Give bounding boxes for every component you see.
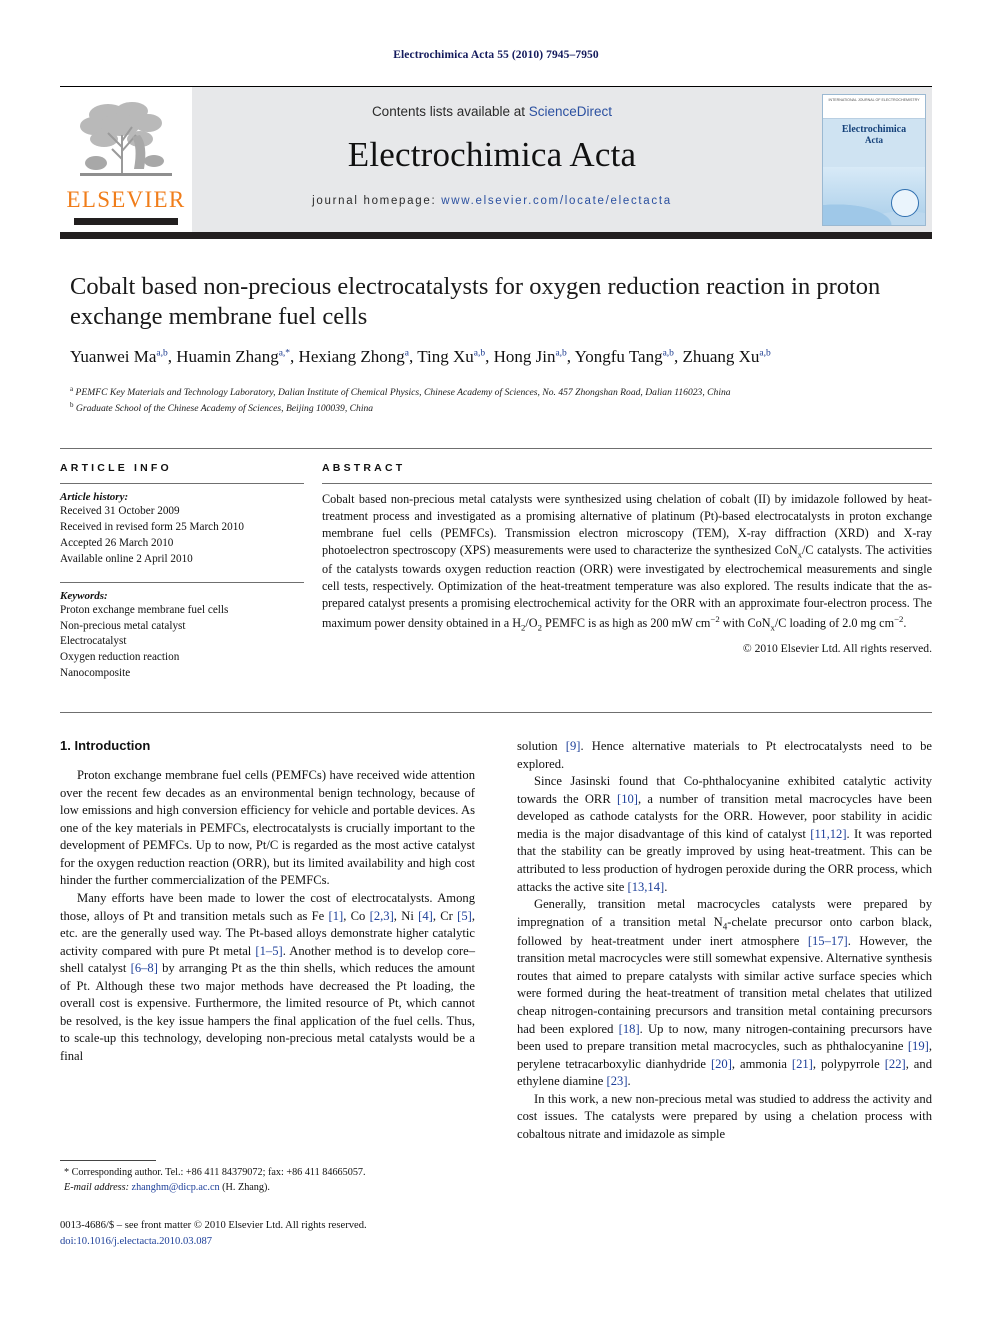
email-line: E-mail address: zhanghm@dicp.ac.cn (H. Z… — [60, 1181, 475, 1196]
sciencedirect-link[interactable]: ScienceDirect — [529, 104, 612, 119]
cover-title-line1: Electrochimica — [841, 124, 907, 135]
journal-masthead: ELSEVIER Contents lists available at Sci… — [60, 86, 932, 233]
homepage-url-link[interactable]: www.elsevier.com/locate/electacta — [441, 195, 672, 207]
abstract-column: ABSTRACT Cobalt based non-precious metal… — [322, 462, 932, 682]
cover-title-line2: Acta — [865, 134, 883, 145]
email-link[interactable]: zhanghm@dicp.ac.cn — [132, 1182, 220, 1193]
article-history-item: Received in revised form 25 March 2010 — [60, 520, 244, 533]
divider-below-abstract — [60, 712, 932, 713]
keywords-divider — [60, 581, 304, 583]
keyword-item: Electrocatalyst — [60, 635, 127, 648]
journal-title: Electrochimica Acta — [347, 135, 637, 174]
abstract-text: Cobalt based non-precious metal catalyst… — [322, 492, 932, 633]
doi-label: doi: — [60, 1235, 77, 1247]
article-info-heading: ARTICLE INFO — [60, 462, 172, 474]
page-title: Cobalt based non-precious electrocatalys… — [70, 273, 881, 330]
body-paragraph: Since Jasinski found that Co-phthalocyan… — [517, 774, 932, 894]
info-abstract-row: ARTICLE INFO Article history: Received 3… — [60, 462, 932, 682]
article-history-item: Accepted 26 March 2010 — [60, 536, 174, 549]
running-head: Electrochimica Acta 55 (2010) 7945–7950 — [393, 49, 599, 61]
body-column-right: solution [9]. Hence alternative material… — [517, 738, 932, 1144]
section-title-introduction: 1. Introduction — [60, 738, 151, 753]
article-history-item: Received 31 October 2009 — [60, 505, 180, 517]
paper-page: Electrochimica Acta 55 (2010) 7945–7950 — [0, 0, 992, 1323]
cover-top-note: INTERNATIONAL JOURNAL OF ELECTROCHEMISTR… — [823, 95, 925, 119]
doi-value[interactable]: 10.1016/j.electacta.2010.03.087 — [76, 1236, 212, 1247]
affiliation-b-text: Graduate School of the Chinese Academy o… — [75, 403, 374, 415]
elsevier-logo: ELSEVIER — [60, 87, 192, 233]
affiliation-a-text: PEMFC Key Materials and Technology Labor… — [75, 387, 731, 399]
abstract-copyright: © 2010 Elsevier Ltd. All rights reserved… — [742, 642, 932, 656]
elsevier-wordmark: ELSEVIER — [66, 187, 186, 212]
journal-cover-thumbnail: INTERNATIONAL JOURNAL OF ELECTROCHEMISTR… — [822, 94, 926, 226]
divider-above-info — [60, 448, 932, 449]
masthead-bottom-rule — [60, 232, 932, 239]
contents-available-line: Contents lists available at ScienceDirec… — [192, 104, 792, 119]
body-columns: 1. Introduction Proton exchange membrane… — [60, 738, 932, 1208]
body-column-left: 1. Introduction Proton exchange membrane… — [60, 738, 475, 1066]
body-paragraph: Many efforts have been made to lower the… — [60, 890, 475, 1063]
issn-copyright-line: 0013-4686/$ – see front matter © 2010 El… — [60, 1220, 367, 1231]
keyword-item: Oxygen reduction reaction — [60, 651, 180, 664]
title-block: Cobalt based non-precious electrocatalys… — [70, 272, 932, 416]
cover-seal-icon — [891, 189, 919, 217]
body-paragraph: Proton exchange membrane fuel cells (PEM… — [60, 768, 475, 888]
keywords-label: Keywords: — [60, 589, 108, 602]
corresponding-author-footnote: * Corresponding author. Tel.: +86 411 84… — [60, 1166, 475, 1196]
corresponding-author-line: * Corresponding author. Tel.: +86 411 84… — [64, 1167, 366, 1178]
affiliation-b: b Graduate School of the Chinese Academy… — [70, 400, 374, 415]
email-label: E-mail address: — [64, 1181, 129, 1193]
elsevier-tree-icon — [74, 95, 178, 187]
info-divider — [60, 483, 304, 484]
abstract-divider — [322, 483, 932, 484]
body-paragraph: In this work, a new non-precious metal w… — [517, 1091, 932, 1141]
homepage-prefix: journal homepage: — [312, 195, 442, 207]
affiliation-list: a PEMFC Key Materials and Technology Lab… — [70, 384, 932, 416]
doi-line: doi:10.1016/j.electacta.2010.03.087 — [60, 1234, 510, 1250]
article-history-item: Available online 2 April 2010 — [60, 552, 193, 565]
email-suffix: (H. Zhang). — [222, 1181, 270, 1193]
article-info-column: ARTICLE INFO Article history: Received 3… — [60, 462, 322, 682]
imprint-block: 0013-4686/$ – see front matter © 2010 El… — [60, 1218, 510, 1250]
elsevier-rule — [74, 218, 178, 225]
contents-prefix: Contents lists available at — [371, 104, 529, 119]
footnote-divider — [60, 1160, 156, 1161]
keyword-item: Proton exchange membrane fuel cells — [60, 603, 229, 616]
affiliation-a: a PEMFC Key Materials and Technology Lab… — [70, 384, 731, 399]
body-paragraph: solution [9]. Hence alternative material… — [517, 739, 932, 771]
author-list: Yuanwei Maa,b, Huamin Zhanga,*, Hexiang … — [70, 346, 771, 366]
body-paragraph: Generally, transition metal macrocycles … — [517, 897, 932, 1089]
journal-homepage-line: journal homepage: www.elsevier.com/locat… — [192, 195, 792, 207]
keyword-item: Nanocomposite — [60, 667, 131, 680]
article-history-label: Article history: — [60, 491, 129, 503]
keyword-item: Non-precious metal catalyst — [60, 619, 186, 632]
abstract-heading: ABSTRACT — [322, 462, 406, 474]
